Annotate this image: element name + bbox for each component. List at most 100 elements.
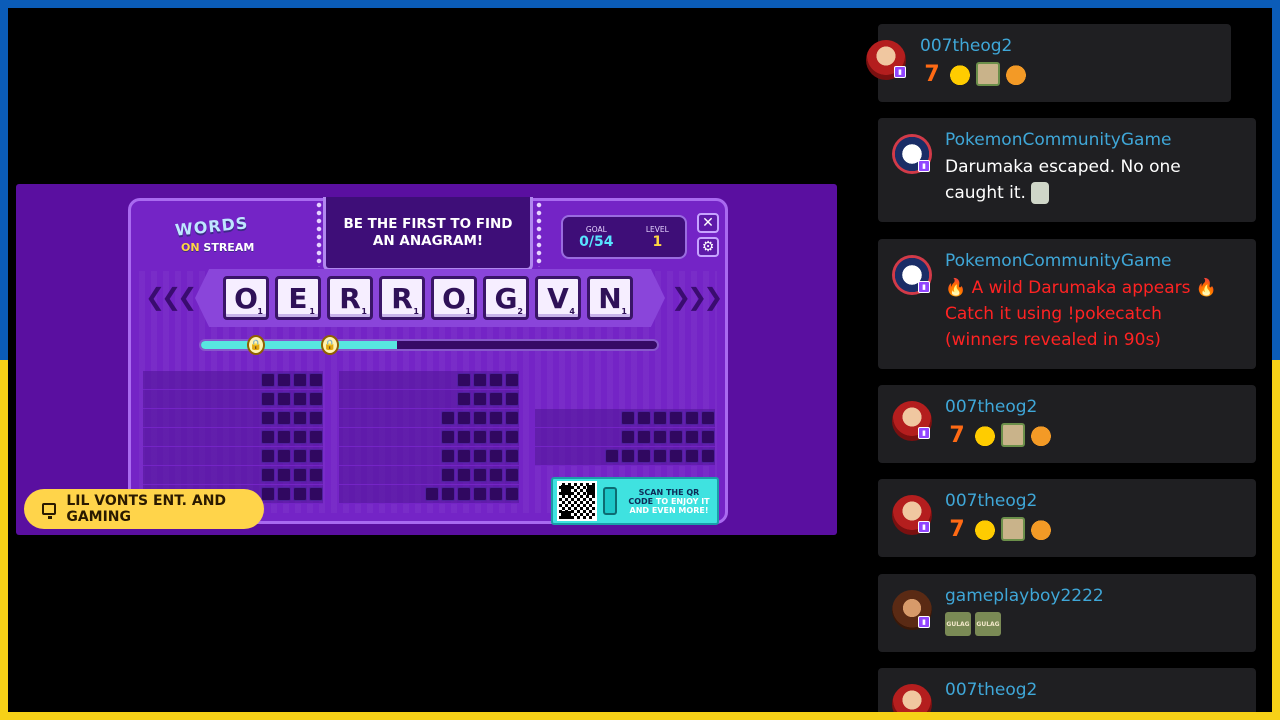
letter-slot xyxy=(473,430,487,444)
chat-username[interactable]: PokemonCommunityGame xyxy=(945,251,1171,271)
letter-slot xyxy=(653,411,667,425)
goal-label: GOAL xyxy=(585,224,607,234)
seven-emote-icon: 7 xyxy=(949,516,965,542)
goal-stat: GOAL 0/54 xyxy=(579,225,613,250)
letter-slot xyxy=(441,430,455,444)
game-logo: WORDS ON STREAM xyxy=(171,213,271,263)
letter-tile: E1 xyxy=(275,276,321,320)
qr-code-icon xyxy=(557,481,597,521)
letter-slot xyxy=(473,449,487,463)
level-value: 1 xyxy=(652,233,663,250)
letter-slot xyxy=(293,449,307,463)
chat-message-text: 🔥 A wild Darumaka appears 🔥 Catch it usi… xyxy=(945,278,1218,350)
word-slot-row xyxy=(339,371,519,390)
letter-slot xyxy=(505,430,519,444)
letter-slot xyxy=(457,373,471,387)
letter-slot xyxy=(441,468,455,482)
letter-slot xyxy=(505,487,519,501)
duck-emote-icon xyxy=(973,423,997,447)
letter-slot xyxy=(489,411,503,425)
letter-slot xyxy=(309,449,323,463)
duck-emote-icon xyxy=(973,517,997,541)
word-slot-row xyxy=(535,428,715,447)
letter-slot xyxy=(637,411,651,425)
letter-tiles: O1 E1 R1 R1 O1 G2 V4 N1 xyxy=(223,276,633,320)
letter-slot xyxy=(309,430,323,444)
monitor-icon xyxy=(42,503,57,519)
letter-slot xyxy=(441,411,455,425)
chat-message-text: Darumaka escaped. No one caught it. xyxy=(945,157,1181,204)
letter-slot xyxy=(277,449,291,463)
chat-message: ▮ PokemonCommunityGame 🔥 A wild Darumaka… xyxy=(878,239,1256,369)
letter-slot xyxy=(685,430,699,444)
word-slot-row xyxy=(535,447,715,466)
chat-username[interactable]: 007theog2 xyxy=(945,491,1037,511)
letter-slot xyxy=(441,449,455,463)
letter-slot xyxy=(277,411,291,425)
letter-slot xyxy=(701,430,715,444)
level-label: LEVEL xyxy=(645,224,669,234)
letter-slot xyxy=(621,411,635,425)
chat-message: ▮ gameplayboy2222 GULAG GULAG xyxy=(878,574,1256,652)
gear-icon[interactable]: ⚙ xyxy=(697,237,719,257)
letter-slot xyxy=(293,411,307,425)
chat-message: ▮ PokemonCommunityGame Darumaka escaped.… xyxy=(878,118,1256,222)
letter-slot xyxy=(277,468,291,482)
chat-username[interactable]: PokemonCommunityGame xyxy=(945,130,1171,150)
letter-slot xyxy=(293,468,307,482)
twitch-icon: ▮ xyxy=(918,281,930,293)
streamer-name: LIL VONTS ENT. AND GAMING xyxy=(66,493,227,525)
word-slot-row xyxy=(339,409,519,428)
letter-slot xyxy=(473,468,487,482)
word-slots-column-1 xyxy=(143,371,323,504)
chat-message: ▮ 007theog2 7 xyxy=(878,479,1256,557)
letter-slot xyxy=(685,449,699,463)
letter-slot xyxy=(261,392,275,406)
prompt-banner: BE THE FIRST TO FIND AN ANAGRAM! xyxy=(323,197,533,271)
letter-slot xyxy=(261,411,275,425)
letter-slot xyxy=(669,449,683,463)
letter-slot xyxy=(621,430,635,444)
word-slot-row xyxy=(339,428,519,447)
letter-slot xyxy=(505,411,519,425)
goal-level-box: GOAL 0/54 LEVEL 1 xyxy=(561,215,687,259)
letter-tile: G2 xyxy=(483,276,529,320)
logo-on-stream: ON STREAM xyxy=(181,241,255,254)
chat-username[interactable]: 007theog2 xyxy=(945,680,1037,700)
letter-slot xyxy=(293,430,307,444)
chat-username[interactable]: 007theog2 xyxy=(920,36,1012,56)
letter-slot xyxy=(473,411,487,425)
letter-slot xyxy=(261,430,275,444)
flame-icon: 🔥 xyxy=(1195,278,1218,298)
progress-fill xyxy=(201,341,398,349)
banner-lights-left xyxy=(315,201,323,267)
letter-slot xyxy=(669,411,683,425)
letter-slot xyxy=(653,430,667,444)
word-slot-row xyxy=(339,485,519,504)
level-stat: LEVEL 1 xyxy=(646,225,669,250)
letter-slot xyxy=(473,392,487,406)
word-slots-column-2 xyxy=(339,371,519,504)
close-icon[interactable]: ✕ xyxy=(697,213,719,233)
letter-slot xyxy=(457,487,471,501)
twitch-icon: ▮ xyxy=(918,427,930,439)
twitch-icon: ▮ xyxy=(894,66,906,78)
letter-slot xyxy=(309,392,323,406)
phone-icon xyxy=(603,487,617,515)
chat-message: ▮ 007theog2 7 xyxy=(866,24,1231,102)
stream-screen: WORDS ON STREAM BE THE FIRST TO FIND AN … xyxy=(8,8,1272,712)
letter-tile: R1 xyxy=(379,276,425,320)
words-on-stream-game: WORDS ON STREAM BE THE FIRST TO FIND AN … xyxy=(16,184,837,535)
chat-username[interactable]: gameplayboy2222 xyxy=(945,586,1104,606)
letter-slot xyxy=(457,468,471,482)
letter-slot xyxy=(489,392,503,406)
chat-message: ▮ 007theog2 7 xyxy=(878,385,1256,463)
letter-slot xyxy=(701,411,715,425)
emote-row: 7 xyxy=(920,62,1028,87)
chat-username[interactable]: 007theog2 xyxy=(945,397,1037,417)
qr-promo[interactable]: SCAN THE QR CODE TO ENJOY IT AND EVEN MO… xyxy=(551,477,719,525)
letter-slot xyxy=(685,411,699,425)
word-slot-row xyxy=(535,409,715,428)
letter-slot xyxy=(505,468,519,482)
emote-row: GULAG GULAG xyxy=(945,612,1001,636)
